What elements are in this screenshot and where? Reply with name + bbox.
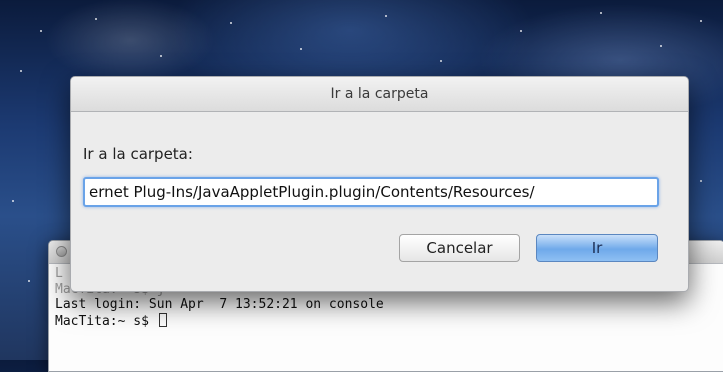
close-window-icon[interactable] — [56, 246, 67, 257]
terminal-prompt: MacTita:~ s$ — [55, 313, 157, 329]
folder-path-value: ernet Plug-Ins/JavaAppletPlugin.plugin/C… — [89, 183, 535, 201]
text-cursor-icon — [158, 312, 167, 327]
go-button[interactable]: Ir — [536, 234, 658, 262]
cancel-button[interactable]: Cancelar — [399, 234, 520, 262]
window-controls — [56, 246, 67, 257]
path-field-label: Ir a la carpeta: — [83, 145, 193, 163]
dialog-title: Ir a la carpeta — [71, 77, 688, 112]
terminal-prompt-line: MacTita:~ s$ — [55, 312, 723, 330]
folder-path-input[interactable]: ernet Plug-Ins/JavaAppletPlugin.plugin/C… — [83, 177, 659, 207]
go-to-folder-dialog: Ir a la carpeta Ir a la carpeta: ernet P… — [70, 76, 689, 292]
terminal-line: Last login: Sun Apr 7 13:52:21 on consol… — [55, 297, 384, 312]
